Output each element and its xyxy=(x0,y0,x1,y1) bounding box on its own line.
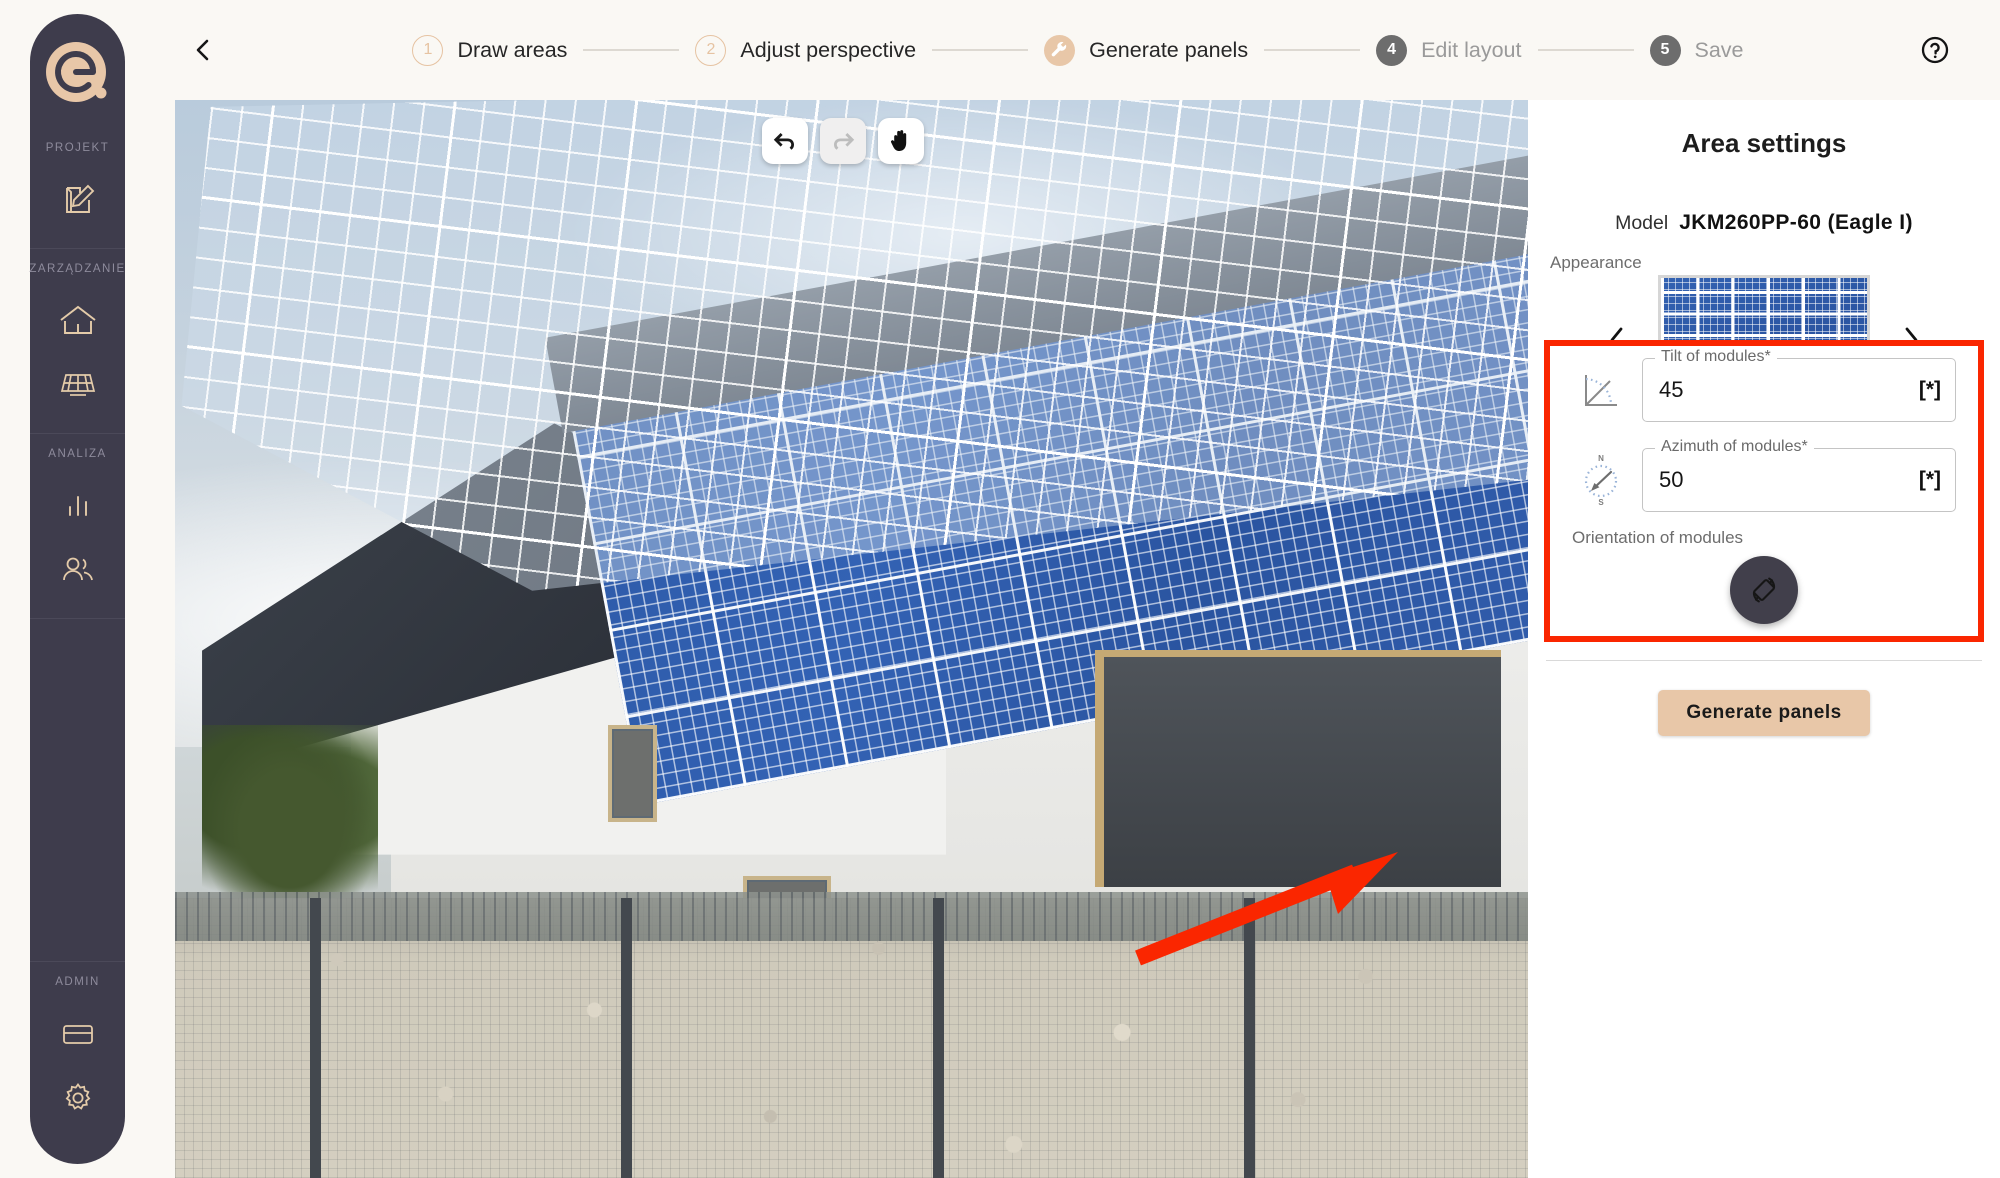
ecommerce-e-logo-icon xyxy=(45,42,106,102)
porch-area xyxy=(1095,649,1501,887)
step-generate-panels[interactable]: Generate panels xyxy=(1044,34,1249,66)
svg-text:N: N xyxy=(1598,454,1604,463)
photo-canvas[interactable] xyxy=(175,100,1528,1178)
sidebar-section-admin: ADMIN xyxy=(30,961,125,1164)
undo-arrow-icon xyxy=(773,133,794,150)
bar-chart-icon xyxy=(68,496,87,516)
pan-tool-button[interactable] xyxy=(877,118,924,164)
tilt-legend: Tilt of modules* xyxy=(1655,348,1777,366)
sidebar-item-billing[interactable] xyxy=(51,1007,105,1061)
orientation-toggle-button[interactable] xyxy=(1730,556,1798,624)
panel-title: Area settings xyxy=(1681,128,1847,158)
header-bar: 1 Draw areas 2 Adjust perspective Genera… xyxy=(140,0,2000,100)
step-label-save: Save xyxy=(1694,37,1744,62)
tilt-input[interactable]: Tilt of modules* 45 [*] xyxy=(1642,348,1956,422)
sidebar-item-panels[interactable] xyxy=(51,358,105,412)
step-progress: 1 Draw areas 2 Adjust perspective Genera… xyxy=(254,34,1902,66)
panel-divider xyxy=(1546,660,1982,661)
back-button[interactable] xyxy=(182,28,226,72)
redo-button[interactable] xyxy=(819,118,866,164)
sidebar-section-analiza: ANALIZA xyxy=(30,433,125,618)
model-label: Model xyxy=(1615,212,1669,234)
step-connector-3 xyxy=(1264,49,1361,51)
step-connector-4 xyxy=(1537,49,1634,51)
step-badge-1: 1 xyxy=(412,34,444,66)
step-adjust-perspective[interactable]: 2 Adjust perspective xyxy=(695,34,917,66)
sidebar-item-settings[interactable] xyxy=(51,1071,105,1125)
edit-document-icon xyxy=(65,184,94,213)
canvas-toolbar xyxy=(761,118,924,164)
step-badge-2: 2 xyxy=(695,34,727,66)
tilt-unit: [*] xyxy=(1918,378,1941,401)
step-label-generate-panels: Generate panels xyxy=(1089,37,1249,62)
fence-post xyxy=(621,897,633,1178)
sidebar-section-label-analiza: ANALIZA xyxy=(48,448,107,460)
azimuth-field-row: N S Azimuth of modules* 50 [*] xyxy=(1550,438,1978,512)
roof-photo xyxy=(175,100,1528,1178)
chevron-left-icon xyxy=(196,39,209,61)
hand-icon xyxy=(890,130,906,151)
screen-rotation-icon xyxy=(1752,577,1776,603)
step-badge-generate xyxy=(1044,34,1076,66)
area-settings-panel: Area settings Model JKM260PP-60 (Eagle I… xyxy=(1528,100,2000,1178)
tree xyxy=(202,725,378,898)
sidebar-spacer xyxy=(30,618,125,961)
step-save[interactable]: 5 Save xyxy=(1649,34,1744,66)
svg-text:S: S xyxy=(1598,498,1604,507)
tilt-field-row: Tilt of modules* 45 [*] xyxy=(1550,348,1978,422)
azimuth-legend: Azimuth of modules* xyxy=(1655,438,1814,456)
sidebar-item-statistics[interactable] xyxy=(51,479,105,533)
angle-tilt-icon xyxy=(1572,361,1630,419)
model-value: JKM260PP-60 (Eagle I) xyxy=(1679,211,1913,234)
wrench-icon xyxy=(1051,41,1067,56)
help-button[interactable] xyxy=(1912,27,1958,73)
angle-tilt-icon-svg xyxy=(1585,375,1617,406)
step-label-edit-layout: Edit layout xyxy=(1421,37,1522,62)
solar-panel-icon xyxy=(60,374,95,396)
step-badge-5: 5 xyxy=(1649,34,1681,66)
fence-post xyxy=(932,897,944,1178)
sidebar-section-label-projekt: PROJEKT xyxy=(45,142,110,154)
fence-post xyxy=(310,897,322,1178)
orientation-label: Orientation of modules xyxy=(1572,528,1744,547)
step-label-draw-areas: Draw areas xyxy=(457,37,568,62)
fence-wire-mesh xyxy=(175,892,1528,941)
step-badge-4: 4 xyxy=(1376,34,1408,66)
sidebar-section-zarzadzanie: ZARZĄDZANIE xyxy=(29,248,126,433)
step-connector-1 xyxy=(583,49,680,51)
sidebar-item-buildings[interactable] xyxy=(51,294,105,348)
model-row: Model JKM260PP-60 (Eagle I) xyxy=(1528,211,2000,235)
step-connector-2 xyxy=(932,49,1029,51)
sidebar-item-users[interactable] xyxy=(51,543,105,597)
undo-button[interactable] xyxy=(761,118,808,164)
highlighted-settings-group: Tilt of modules* 45 [*] N S Azimuth of m… xyxy=(1544,340,1984,642)
help-circle-icon xyxy=(1921,36,1949,64)
window-upper xyxy=(607,725,657,823)
azimuth-input[interactable]: Azimuth of modules* 50 [*] xyxy=(1642,438,1956,512)
sidebar-section-label-admin: ADMIN xyxy=(55,976,100,988)
compass-icon: N S xyxy=(1572,451,1630,509)
sidebar-section-projekt: PROJEKT xyxy=(30,112,125,248)
appearance-label: Appearance xyxy=(1550,253,1642,272)
compass-icon-svg: N S xyxy=(1584,454,1618,507)
people-icon xyxy=(62,557,93,581)
sidebar: PROJEKT ZARZĄDZANIE ANALIZA ADMIN xyxy=(29,14,126,1164)
fence-post xyxy=(1243,897,1255,1178)
redo-arrow-icon xyxy=(833,133,854,150)
credit-card-icon xyxy=(62,1025,93,1044)
gear-icon xyxy=(65,1082,90,1110)
step-label-adjust-perspective: Adjust perspective xyxy=(740,37,917,62)
tilt-value: 45 xyxy=(1659,377,1684,402)
step-edit-layout[interactable]: 4 Edit layout xyxy=(1376,34,1522,66)
step-draw-areas[interactable]: 1 Draw areas xyxy=(412,34,568,66)
app-logo[interactable] xyxy=(42,40,114,112)
sidebar-section-label-zarzadzanie: ZARZĄDZANIE xyxy=(29,263,126,275)
azimuth-unit: [*] xyxy=(1918,468,1941,491)
generate-panels-button[interactable]: Generate panels xyxy=(1658,690,1870,736)
house-icon xyxy=(59,305,96,334)
azimuth-value: 50 xyxy=(1659,467,1684,492)
sidebar-item-project-edit[interactable] xyxy=(51,173,105,227)
